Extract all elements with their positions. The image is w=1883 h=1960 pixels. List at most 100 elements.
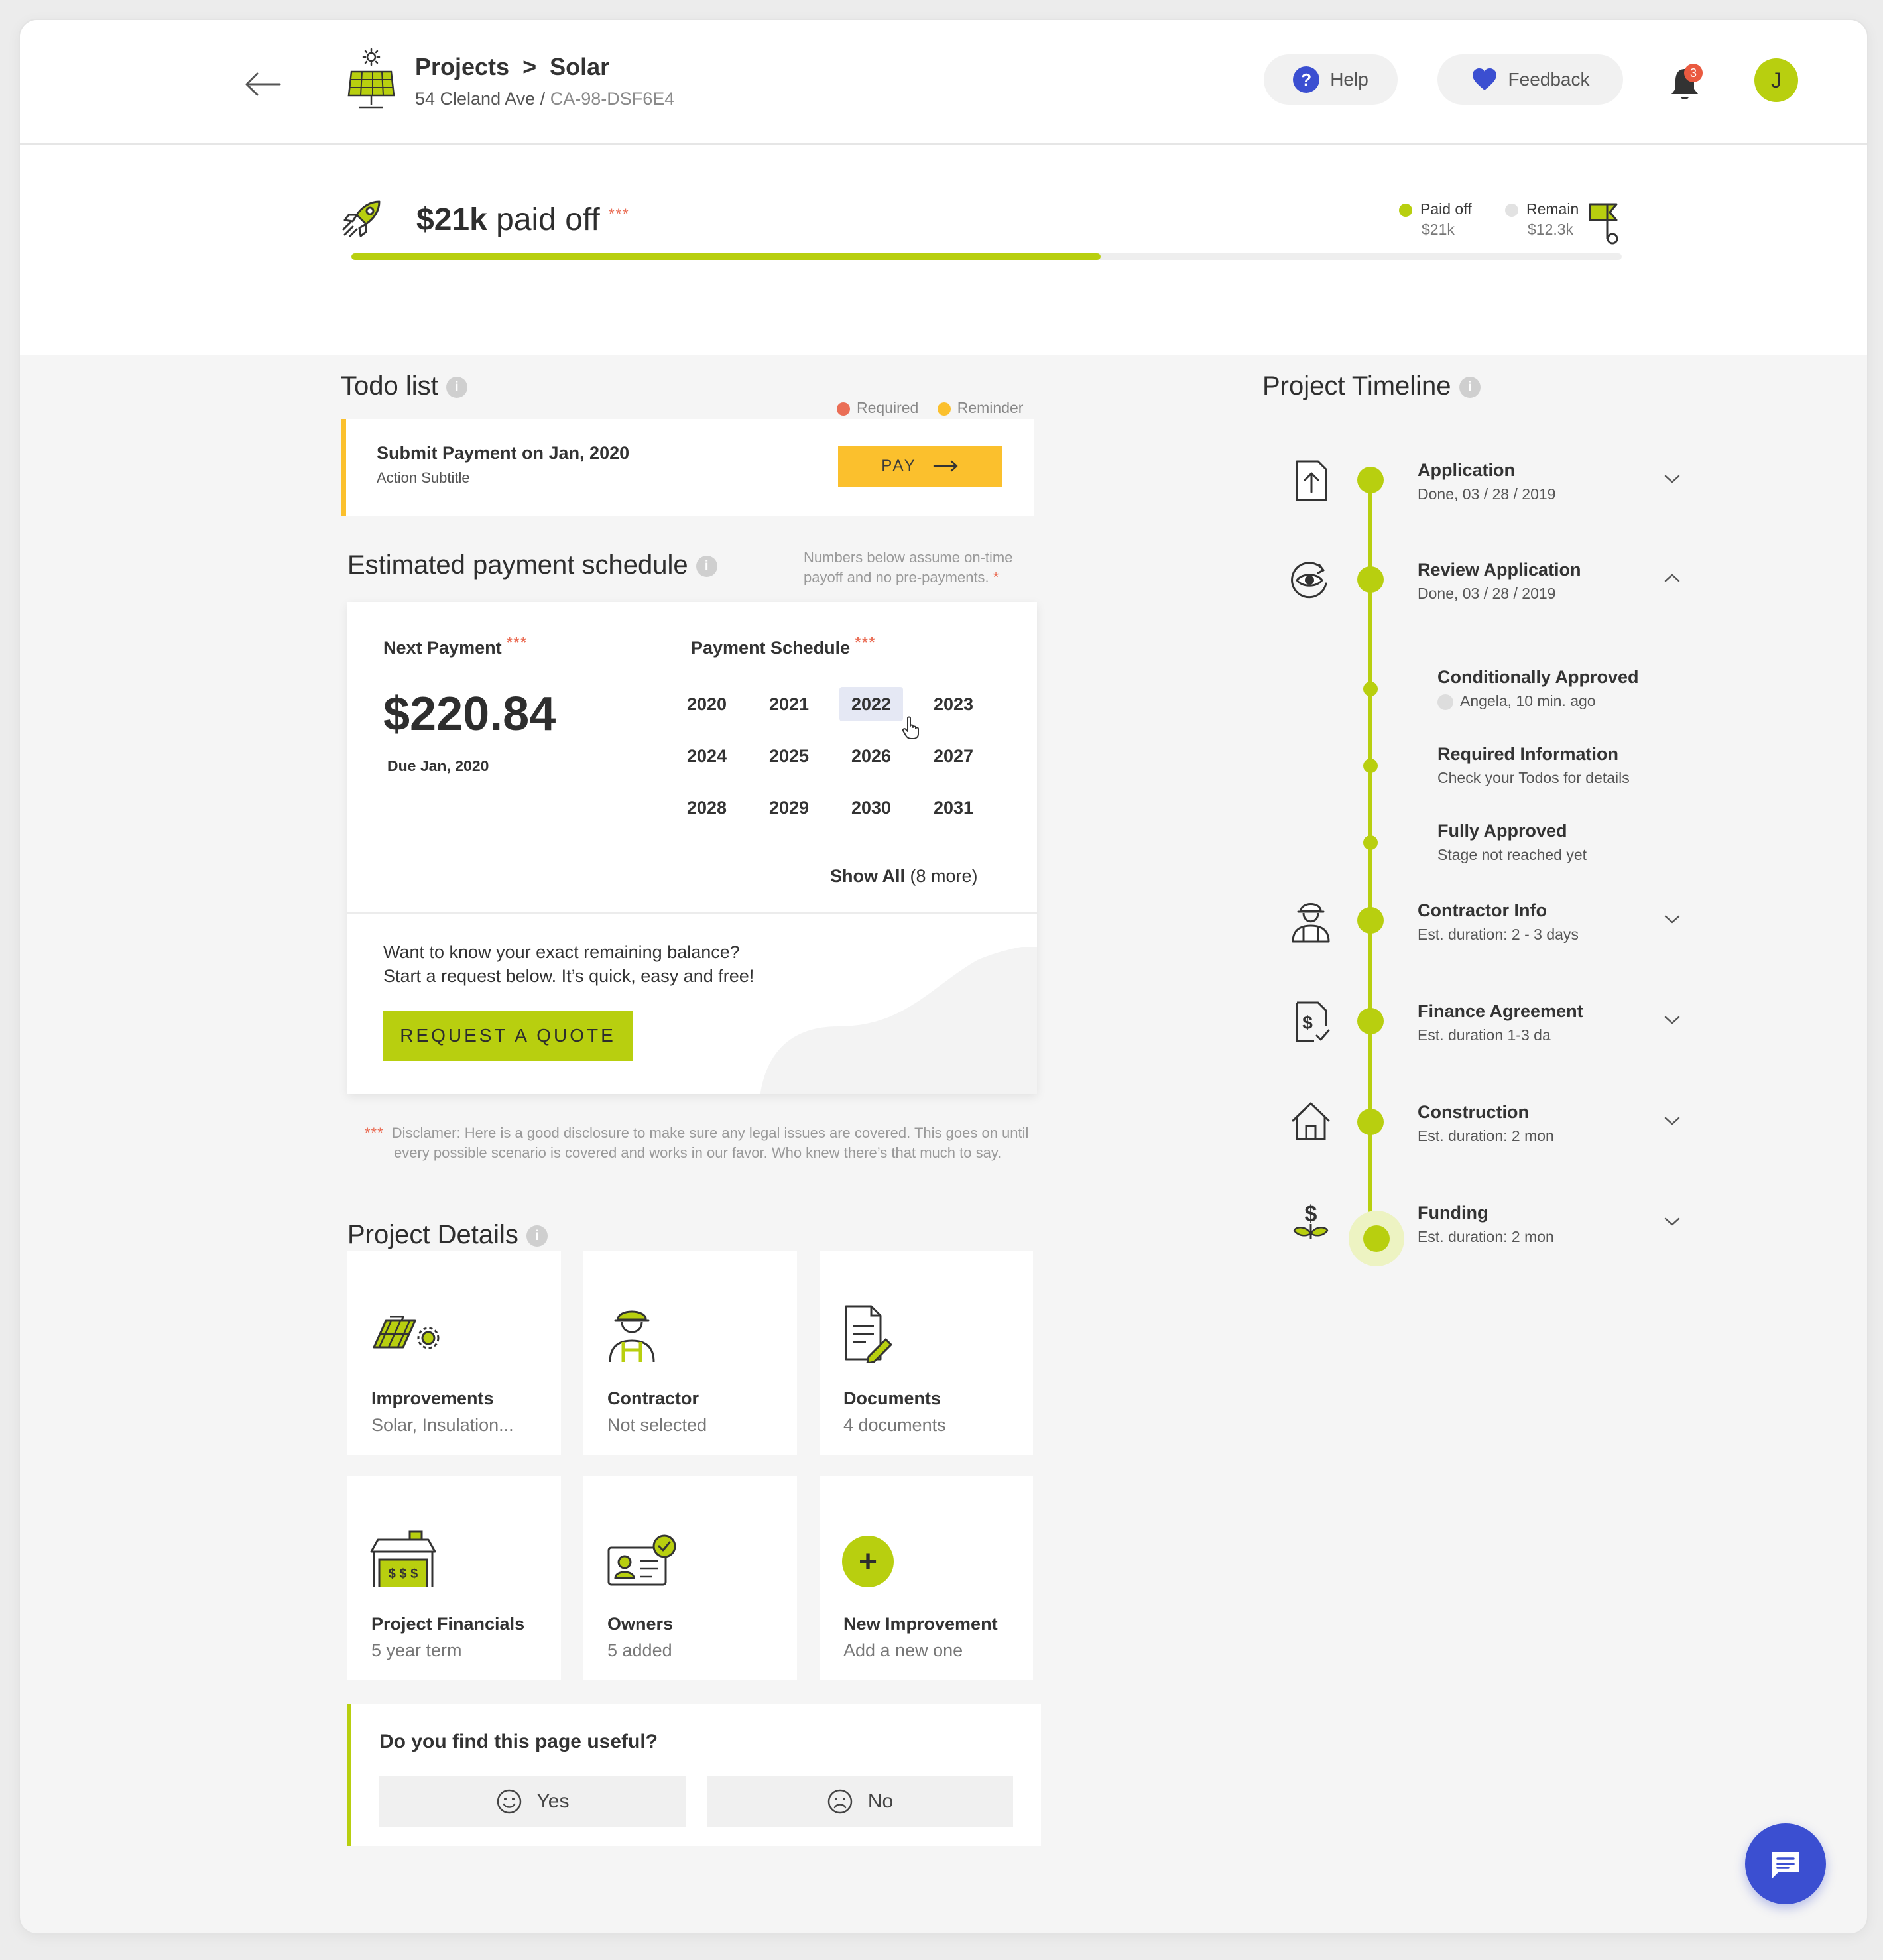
show-all-years-link[interactable]: Show All (8 more) bbox=[830, 866, 978, 887]
project-details-title: Project Details i bbox=[347, 1220, 548, 1250]
svg-text:$: $ bbox=[1305, 1201, 1317, 1227]
chevron-down-icon[interactable] bbox=[1660, 1213, 1684, 1229]
tile-title: Contractor bbox=[607, 1388, 699, 1408]
tile-subtitle: Add a new one bbox=[843, 1640, 963, 1660]
yes-button[interactable]: Yes bbox=[379, 1776, 686, 1827]
todo-info-icon[interactable]: i bbox=[446, 377, 467, 398]
year-option[interactable]: 2031 bbox=[922, 790, 985, 825]
schedule-note-star: * bbox=[993, 569, 999, 585]
schedule-title: Estimated payment schedule i bbox=[347, 550, 717, 580]
timeline-node bbox=[1357, 566, 1384, 593]
improvements-tile[interactable]: Improvements Solar, Insulation... bbox=[347, 1251, 561, 1455]
progress-fill bbox=[351, 253, 1101, 260]
show-all-count: (8 more) bbox=[910, 866, 978, 886]
payment-schedule-card: Next Payment *** $220.84 Due Jan, 2020 P… bbox=[347, 602, 1037, 1094]
todo-title: Todo list i bbox=[341, 371, 467, 401]
hand-cursor-icon bbox=[902, 716, 919, 739]
solar-panel-gear-icon bbox=[373, 1316, 440, 1349]
year-option[interactable]: 2030 bbox=[839, 790, 903, 825]
chat-button[interactable] bbox=[1745, 1823, 1826, 1904]
year-option-selected[interactable]: 2022 bbox=[839, 687, 903, 721]
year-option[interactable]: 2021 bbox=[757, 687, 821, 721]
chevron-down-icon[interactable] bbox=[1660, 471, 1684, 487]
details-info-icon[interactable]: i bbox=[526, 1225, 548, 1247]
todo-item: Submit Payment on Jan, 2020 Action Subti… bbox=[341, 419, 1034, 516]
app-window: Projects > Solar 54 Cleland Ave / CA-98-DS… bbox=[19, 19, 1868, 1935]
todo-title-text: Todo list bbox=[341, 371, 438, 400]
next-payment-due: Due Jan, 2020 bbox=[387, 757, 489, 774]
pay-button[interactable]: PAY bbox=[838, 446, 1002, 487]
schedule-title-text: Estimated payment schedule bbox=[347, 550, 688, 580]
footnote-stars: *** bbox=[609, 206, 630, 222]
stage-meta: Done, 03 / 28 / 2019 bbox=[1418, 485, 1556, 503]
paid-off-amount: $21k bbox=[416, 202, 487, 237]
todo-item-title: Submit Payment on Jan, 2020 bbox=[377, 443, 630, 463]
year-option[interactable]: 2028 bbox=[675, 790, 739, 825]
chevron-down-icon[interactable] bbox=[1660, 1113, 1684, 1129]
next-payment-amount: $220.84 bbox=[383, 688, 556, 741]
top-header: Projects > Solar 54 Cleland Ave / CA-98-DS… bbox=[20, 20, 1867, 145]
timeline-info-icon[interactable]: i bbox=[1459, 377, 1481, 398]
pay-label: PAY bbox=[881, 457, 917, 475]
year-option[interactable]: 2025 bbox=[757, 739, 821, 773]
paid-legend: Paid off $21k bbox=[1399, 200, 1472, 239]
breadcrumb-current: Solar bbox=[550, 53, 610, 80]
request-quote-button[interactable]: REQUEST A QUOTE bbox=[383, 1011, 633, 1061]
quote-line-2: Start a request below. It’s quick, easy … bbox=[383, 966, 755, 986]
project-financials-tile[interactable]: $ $ $ Project Financials 5 year term bbox=[347, 1476, 561, 1680]
stage-meta: Est. duration 1-3 da bbox=[1418, 1026, 1551, 1044]
help-label: Help bbox=[1330, 69, 1368, 90]
tile-title: Documents bbox=[843, 1388, 941, 1408]
substep-title: Fully Approved bbox=[1437, 821, 1567, 841]
year-option[interactable]: 2023 bbox=[922, 687, 985, 721]
year-option[interactable]: 2029 bbox=[757, 790, 821, 825]
year-option[interactable]: 2027 bbox=[922, 739, 985, 773]
chevron-up-icon[interactable] bbox=[1660, 570, 1684, 586]
todo-legend: Required Reminder bbox=[837, 399, 1023, 417]
project-details-title-text: Project Details bbox=[347, 1220, 518, 1249]
paid-dot bbox=[1399, 203, 1412, 217]
year-option[interactable]: 2024 bbox=[675, 739, 739, 773]
show-all-label: Show All bbox=[830, 866, 905, 886]
breadcrumb: Projects > Solar bbox=[415, 53, 609, 81]
timeline-node bbox=[1357, 1109, 1384, 1135]
help-button[interactable]: ? Help bbox=[1264, 54, 1398, 105]
chevron-down-icon[interactable] bbox=[1660, 1012, 1684, 1028]
payment-schedule-label-text: Payment Schedule bbox=[691, 638, 851, 658]
payoff-progress-section bbox=[20, 145, 1867, 355]
substep-meta-text: Angela, 10 min. ago bbox=[1460, 692, 1596, 709]
owners-tile[interactable]: Owners 5 added bbox=[583, 1476, 797, 1680]
stage-title: Application bbox=[1418, 460, 1515, 480]
id-card-check-icon bbox=[607, 1534, 676, 1586]
feedback-button[interactable]: Feedback bbox=[1437, 54, 1623, 105]
contractor-icon bbox=[609, 1310, 655, 1363]
eye-review-icon bbox=[1291, 562, 1327, 599]
notification-badge: 3 bbox=[1684, 64, 1703, 82]
document-pen-icon bbox=[845, 1305, 892, 1363]
documents-tile[interactable]: Documents 4 documents bbox=[820, 1251, 1033, 1455]
quote-line-1: Want to know your exact remaining balanc… bbox=[383, 942, 740, 962]
schedule-info-icon[interactable]: i bbox=[696, 556, 717, 578]
next-payment-stars: *** bbox=[507, 634, 528, 650]
new-improvement-tile[interactable]: + New Improvement Add a new one bbox=[820, 1476, 1033, 1680]
arrow-right-icon bbox=[933, 460, 957, 472]
plus-icon: + bbox=[842, 1536, 894, 1587]
stage-meta: Est. duration: 2 mon bbox=[1418, 1127, 1554, 1144]
project-code: CA-98-DSF6E4 bbox=[550, 89, 675, 109]
chevron-down-icon[interactable] bbox=[1660, 911, 1684, 927]
contractor-tile[interactable]: Contractor Not selected bbox=[583, 1251, 797, 1455]
timeline-substep-node bbox=[1363, 835, 1378, 850]
stage-meta: Done, 03 / 28 / 2019 bbox=[1418, 585, 1556, 602]
year-option[interactable]: 2020 bbox=[675, 687, 739, 721]
no-button[interactable]: No bbox=[707, 1776, 1013, 1827]
payment-schedule-label: Payment Schedule *** bbox=[691, 634, 876, 658]
worker-icon bbox=[1292, 903, 1330, 943]
breadcrumb-projects-link[interactable]: Projects bbox=[415, 53, 509, 80]
user-avatar[interactable]: J bbox=[1754, 58, 1798, 102]
year-option[interactable]: 2026 bbox=[839, 739, 903, 773]
svg-text:$ $ $: $ $ $ bbox=[389, 1567, 418, 1581]
back-arrow-icon[interactable] bbox=[243, 68, 282, 101]
financials-house-icon: $ $ $ bbox=[370, 1530, 436, 1587]
mini-avatar-icon bbox=[1437, 694, 1453, 710]
upload-document-icon bbox=[1296, 460, 1327, 501]
